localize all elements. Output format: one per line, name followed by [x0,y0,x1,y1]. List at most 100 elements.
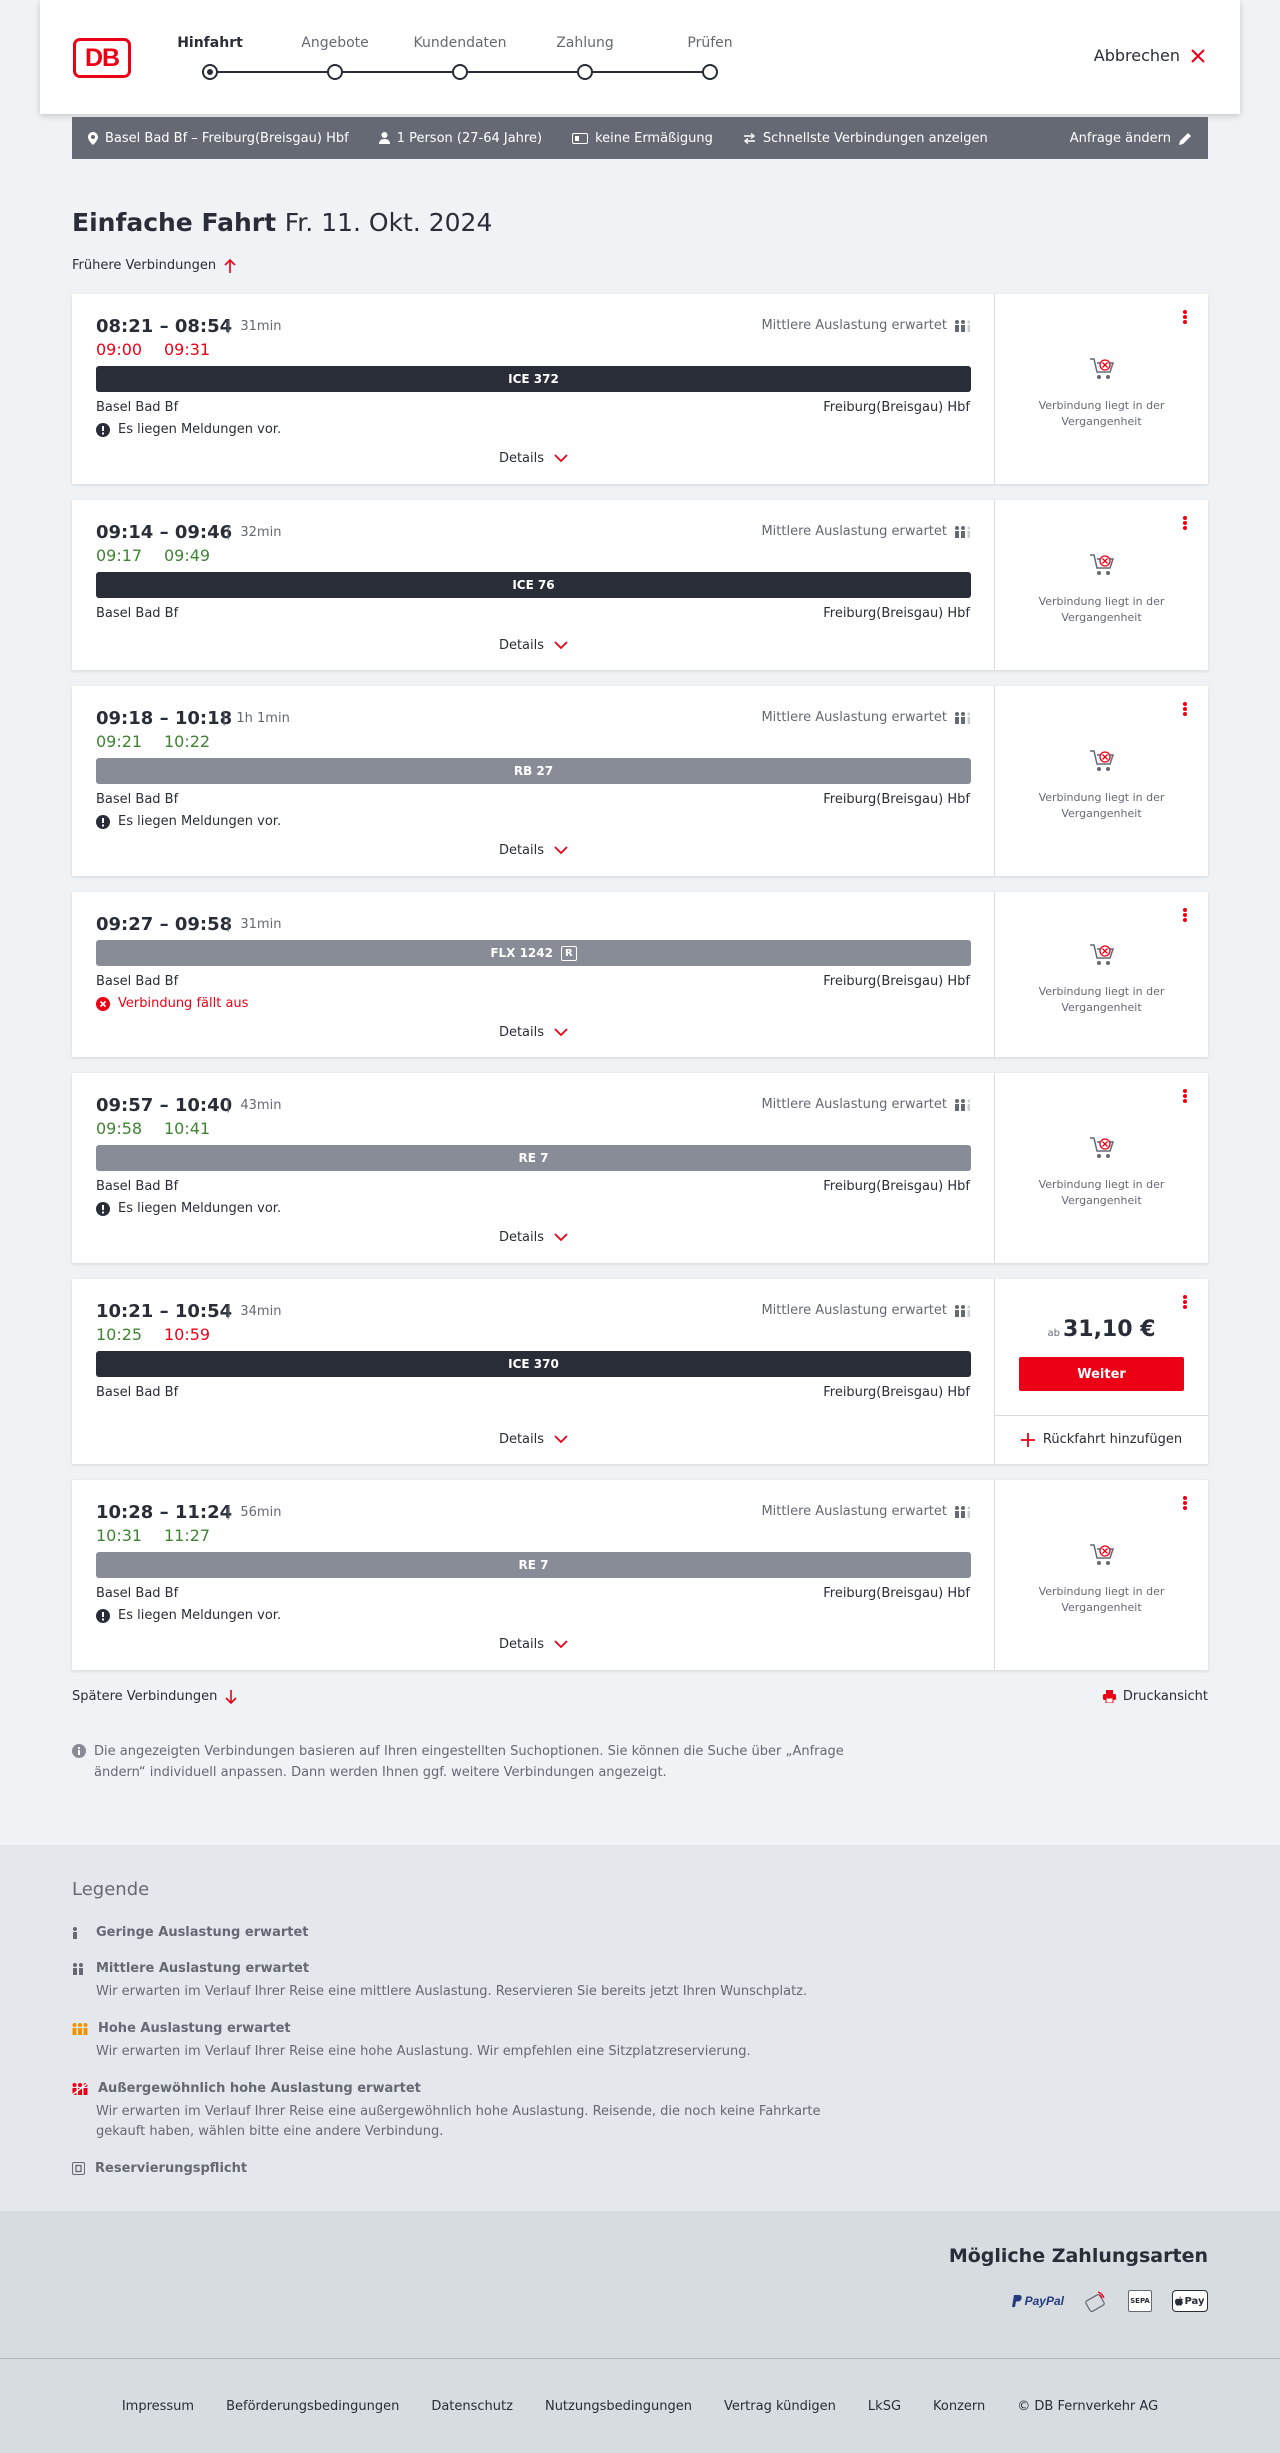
price: ab 31,10 € [995,1317,1208,1342]
step-zahlung: Zahlung [556,35,614,51]
details-toggle[interactable]: Details [72,1432,995,1447]
train-bar[interactable]: ICE 372 [96,366,971,392]
page-title-main: Einfache Fahrt [72,208,277,237]
cancel-button[interactable]: Abbrechen [1094,46,1206,65]
info-note: Die angezeigten Verbindungen basieren au… [72,1741,852,1783]
low-load-icon [73,1926,77,1939]
connection-card[interactable]: 09:57 – 10:40 43min Mittlere Auslastung … [72,1073,1208,1263]
legend-item-label: Hohe Auslastung erwartet [98,2021,291,2036]
chevron-down-icon [554,1640,568,1649]
passenger-info: 1 Person (27-64 Jahre) [378,131,542,146]
cart-unavailable-icon [1089,358,1114,379]
step-angebote: Angebote [301,35,369,51]
payment-title: Mögliche Zahlungsarten [948,2245,1208,2267]
footer-link-datenschutz[interactable]: Datenschutz [431,2399,513,2414]
search-summary-bar: Basel Bad Bf – Freiburg(Breisgau) Hbf 1 … [72,117,1208,159]
medium-load-icon [73,1962,83,1975]
medium-load-icon [955,1304,970,1317]
realtime-departure: 09:58 [96,1119,143,1138]
duration: 56min [226,1505,281,1520]
print-view-link[interactable]: Druckansicht [1102,1689,1208,1704]
train-bar[interactable]: RE 7 [96,1552,971,1578]
exclamation-icon [96,814,110,829]
footer-link-konzern[interactable]: Konzern [933,2399,985,2414]
connection-card[interactable]: 09:14 – 09:46 32min Mittlere Auslastung … [72,500,1208,670]
legend-item-desc: Wir erwarten im Verlauf Ihrer Reise eine… [96,2044,751,2059]
details-toggle[interactable]: Details [72,1230,995,1245]
to-station: Freiburg(Breisgau) Hbf [823,1179,970,1194]
page-title: Einfache Fahrt Fr. 11. Okt. 2024 [72,208,492,237]
notice-label: Es liegen Meldungen vor. [118,422,282,437]
legend-item-label: Geringe Auslastung erwartet [96,1925,309,1940]
exclamation-icon [96,1201,110,1216]
connection-card[interactable]: 09:18 – 10:18 1h 1min Mittlere Auslastun… [72,686,1208,876]
connection-card[interactable]: 09:27 – 09:58 31min FLX 1242 R Basel Bad … [72,892,1208,1057]
past-connection-text: Verbindung liegt in der Vergangenheit [1038,399,1165,428]
duration: 32min [226,525,281,540]
notice-message: Es liegen Meldungen vor. [96,422,281,437]
load-indicator: Mittlere Auslastung erwartet [761,710,970,725]
train-bar[interactable]: ICE 370 [96,1351,971,1377]
offer-panel: Verbindung liegt in der Vergangenheit [995,686,1208,876]
train-label: ICE 76 [512,578,555,592]
cancellation-label: Verbindung fällt aus [118,996,249,1011]
train-bar[interactable]: FLX 1242 R [96,940,971,966]
earlier-connections-link[interactable]: Frühere Verbindungen [72,258,236,273]
legend-item-reservation: Reservierungspflicht [72,2161,247,2176]
train-label: ICE 372 [508,372,559,386]
connection-card[interactable]: 10:28 – 11:24 56min Mittlere Auslastung … [72,1480,1208,1670]
load-indicator: Mittlere Auslastung erwartet [761,1504,970,1519]
more-options-icon[interactable] [1178,1087,1192,1105]
details-toggle[interactable]: Details [72,1025,995,1040]
connection-card[interactable]: 08:21 – 08:54 31min Mittlere Auslastung … [72,294,1208,484]
legend-item-low: Geringe Auslastung erwartet [72,1925,309,1940]
footer-link-befoerderungsbedingungen[interactable]: Beförderungsbedingungen [226,2399,399,2414]
details-toggle[interactable]: Details [72,638,995,653]
more-options-icon[interactable] [1178,700,1192,718]
details-toggle[interactable]: Details [72,1637,995,1652]
cart-unavailable-icon [1089,1137,1114,1158]
connection-main: 08:21 – 08:54 31min Mittlere Auslastung … [72,294,995,484]
connection-main: 10:28 – 11:24 56min Mittlere Auslastung … [72,1480,995,1670]
apple-pay-icon: Pay [1172,2290,1208,2312]
more-options-icon[interactable] [1178,1293,1192,1311]
load-label: Mittlere Auslastung erwartet [761,524,947,539]
more-options-icon[interactable] [1178,514,1192,532]
details-label: Details [498,1230,545,1245]
continue-button[interactable]: Weiter [1019,1357,1184,1391]
exclamation-icon [96,1608,110,1623]
plus-icon [1020,1432,1035,1447]
details-toggle[interactable]: Details [72,451,995,466]
add-return-button[interactable]: Rückfahrt hinzufügen [995,1415,1208,1463]
train-bar[interactable]: ICE 76 [96,572,971,598]
later-connections-link[interactable]: Spätere Verbindungen [72,1689,237,1704]
edit-request-button[interactable]: Anfrage ändern [1070,131,1192,146]
more-options-icon[interactable] [1178,906,1192,924]
chevron-down-icon [554,846,568,855]
train-bar[interactable]: RE 7 [96,1145,971,1171]
step-dot [327,64,343,80]
from-station: Basel Bad Bf [96,1586,179,1601]
footer-link-impressum[interactable]: Impressum [122,2399,194,2414]
offer-panel: Verbindung liegt in der Vergangenheit [995,500,1208,670]
paypal-label: PayPal [1024,2294,1064,2308]
printer-icon [1102,1690,1116,1703]
footer-link-lksg[interactable]: LkSG [868,2399,901,2414]
connection-card[interactable]: 10:21 – 10:54 34min Mittlere Auslastung … [72,1279,1208,1464]
from-station: Basel Bad Bf [96,1179,179,1194]
details-toggle[interactable]: Details [72,843,995,858]
train-bar[interactable]: RB 27 [96,758,971,784]
footer-link-vertrag-kuendigen[interactable]: Vertrag kündigen [724,2399,836,2414]
cancellation-message: Verbindung fällt aus [96,996,248,1011]
to-station: Freiburg(Breisgau) Hbf [823,792,970,807]
to-station: Freiburg(Breisgau) Hbf [823,1586,970,1601]
medium-load-icon [955,711,970,724]
offer-panel: Verbindung liegt in der Vergangenheit [995,892,1208,1057]
footer-link-nutzungsbedingungen[interactable]: Nutzungsbedingungen [545,2399,692,2414]
route-info: Basel Bad Bf – Freiburg(Breisgau) Hbf [88,131,349,146]
planned-times: 09:18 – 10:18 [96,708,233,729]
more-options-icon[interactable] [1178,308,1192,326]
db-logo[interactable]: DB [73,38,131,78]
more-options-icon[interactable] [1178,1494,1192,1512]
planned-times: 09:57 – 10:40 [96,1095,233,1116]
